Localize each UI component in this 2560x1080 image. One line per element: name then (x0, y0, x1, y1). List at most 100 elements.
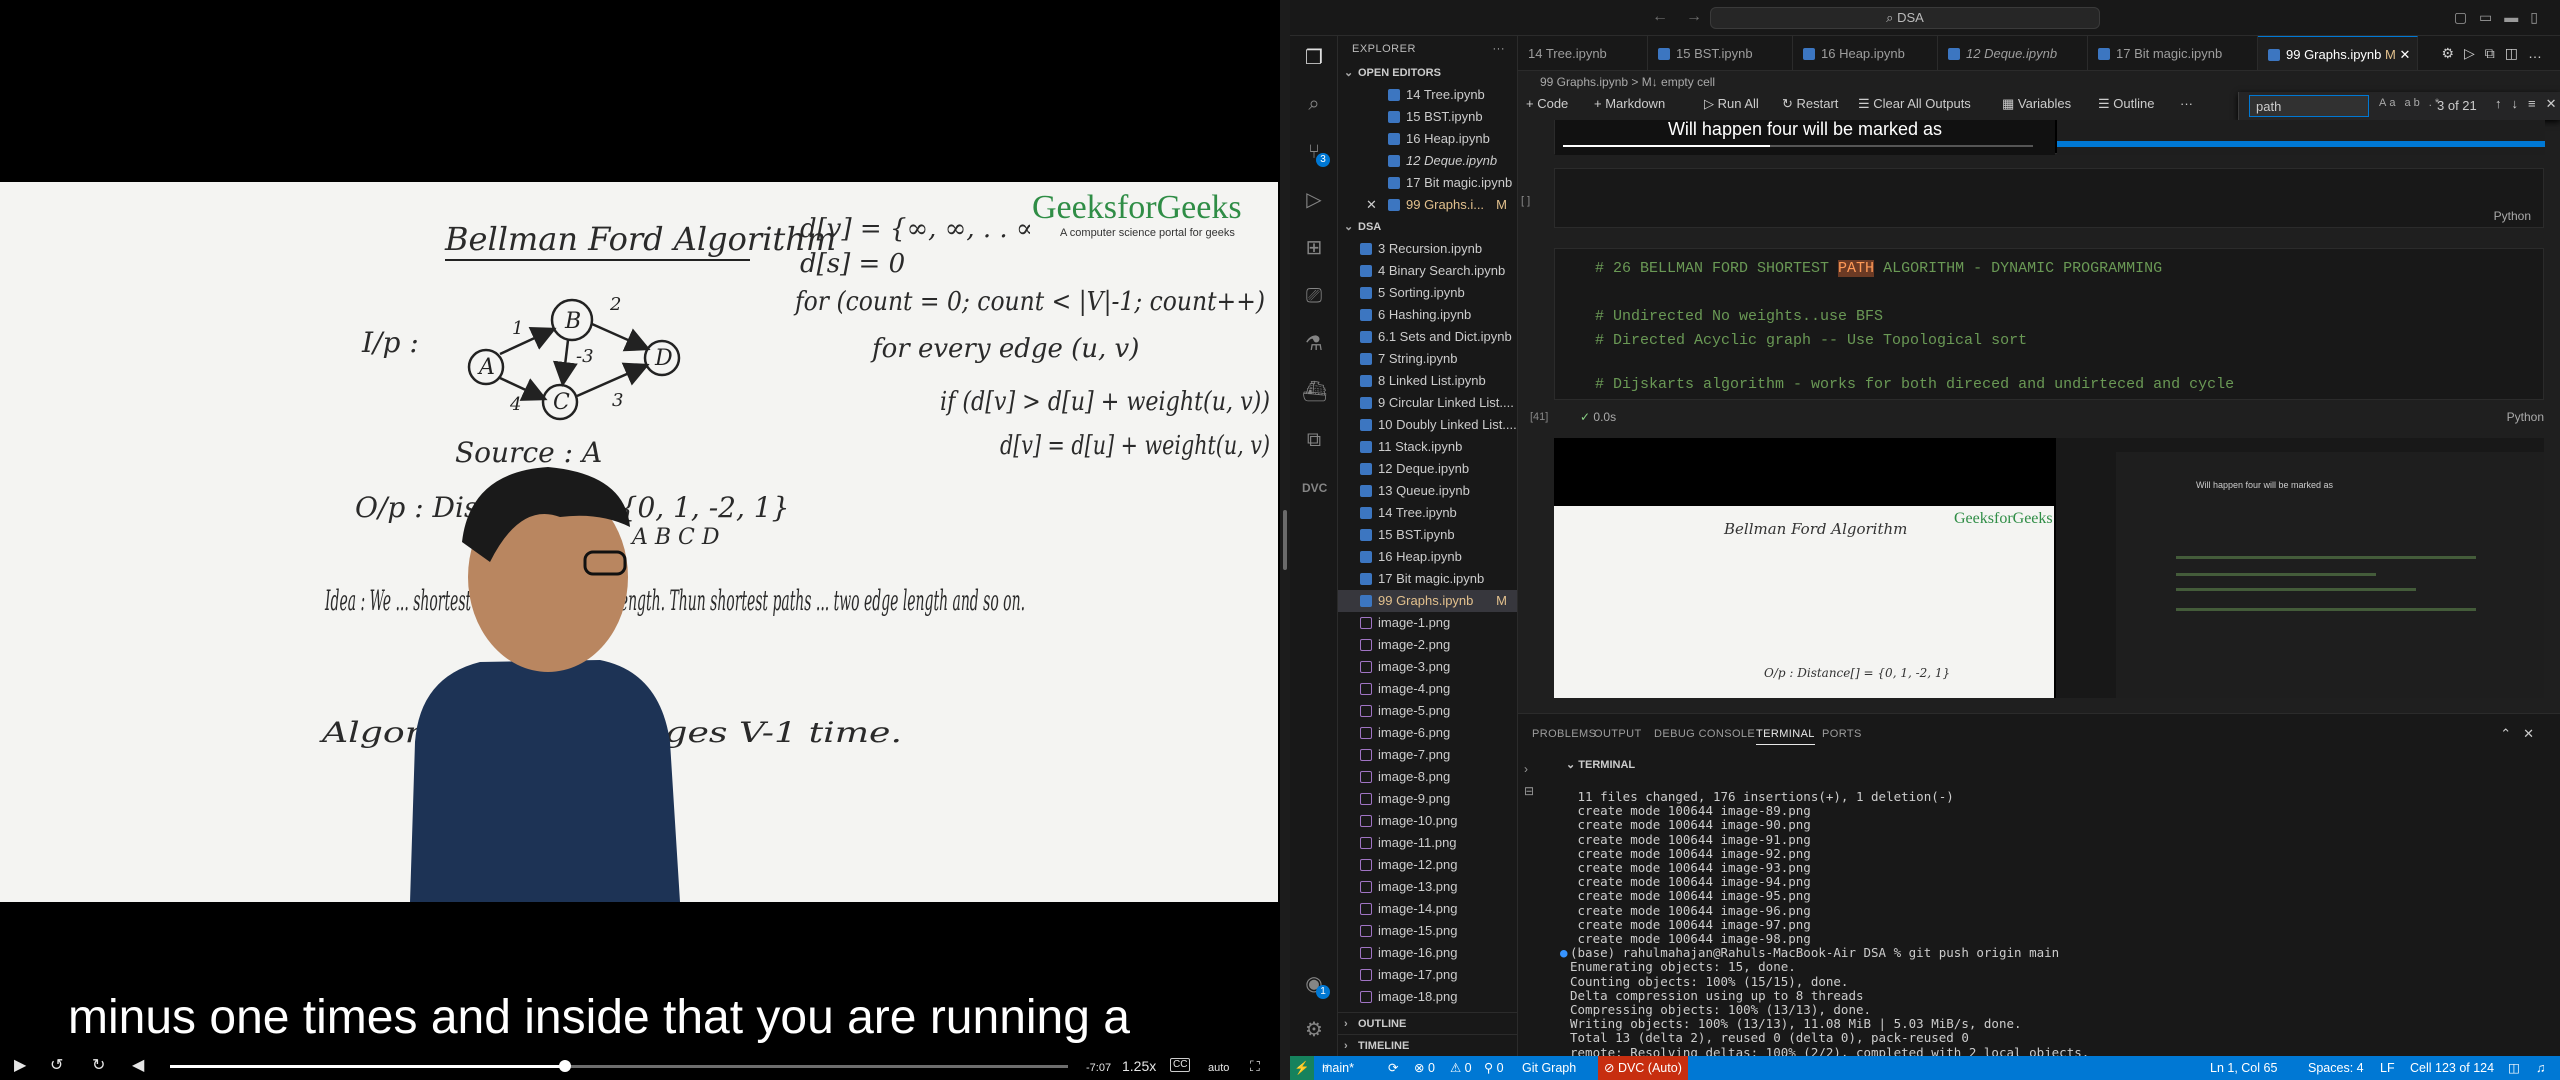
file-tree-item[interactable]: image-18.png (1338, 986, 1517, 1008)
command-center-search[interactable]: ⌕ DSA (1710, 7, 2100, 29)
cell-language[interactable]: Python (2494, 209, 2531, 223)
panel-tab[interactable]: PORTS (1822, 728, 1862, 740)
panel-actions[interactable]: ⌃✕ (2500, 726, 2546, 742)
volume-icon[interactable]: ◀ (132, 1056, 144, 1076)
panel-tab[interactable]: PROBLEMS (1532, 728, 1596, 740)
variables-button[interactable]: ▦ Variables (2002, 92, 2071, 116)
add-code-cell-button[interactable]: + Code (1526, 92, 1568, 116)
file-tree-item[interactable]: 3 Recursion.ipynb (1338, 238, 1517, 260)
open-editor-item[interactable]: ✕ 99 Graphs.i... M (1338, 194, 1517, 216)
file-tree-item[interactable]: image-2.png (1338, 634, 1517, 656)
rewind-10-icon[interactable]: ↺ (50, 1056, 63, 1076)
clear-outputs-button[interactable]: ☰ Clear All Outputs (1858, 92, 1971, 116)
breadcrumb[interactable]: 99 Graphs.ipynb > M↓ empty cell (1540, 72, 1715, 92)
file-tree-item[interactable]: 15 BST.ipynb (1338, 524, 1517, 546)
file-tree-item[interactable]: image-5.png (1338, 700, 1517, 722)
file-tree-item[interactable]: 7 String.ipynb (1338, 348, 1517, 370)
file-tree-item[interactable]: image-15.png (1338, 920, 1517, 942)
seek-bar[interactable] (170, 1060, 1068, 1072)
file-tree-item[interactable]: 17 Bit magic.ipynb (1338, 568, 1517, 590)
warnings-count[interactable]: ⚠ 0 (1450, 1056, 1472, 1080)
indentation[interactable]: Spaces: 4 (2308, 1056, 2364, 1080)
empty-code-cell[interactable]: [ ] Python (1521, 168, 2544, 228)
file-tree-item[interactable]: image-17.png (1338, 964, 1517, 986)
source-control-icon[interactable]: ⑂ 3 (1302, 140, 1330, 167)
close-icon[interactable]: ✕ (2400, 47, 2411, 62)
testing-icon[interactable]: ⚗ (1302, 332, 1326, 356)
file-tree-item[interactable]: image-14.png (1338, 898, 1517, 920)
add-markdown-button[interactable]: + Markdown (1594, 92, 1665, 116)
run-debug-icon[interactable]: ▷ (1302, 188, 1326, 212)
panel-tab[interactable]: OUTPUT (1594, 728, 1642, 740)
find-input[interactable] (2249, 95, 2369, 117)
split-divider[interactable] (1280, 0, 1290, 1080)
file-tree-item[interactable]: 8 Linked List.ipynb (1338, 370, 1517, 392)
file-tree-item[interactable]: 14 Tree.ipynb (1338, 502, 1517, 524)
editor-tab[interactable]: 99 Graphs.ipynb M ✕ (2258, 36, 2418, 70)
close-icon[interactable]: ✕ (1366, 194, 1377, 216)
editor-actions[interactable]: ⚙▷⧉◫… (2441, 45, 2552, 62)
quality-selector[interactable]: auto (1208, 1058, 1229, 1078)
run-all-button[interactable]: ▷ Run All (1704, 92, 1759, 116)
file-tree-item[interactable]: image-13.png (1338, 876, 1517, 898)
errors-count[interactable]: ⊗ 0 (1414, 1056, 1435, 1080)
file-tree-item[interactable]: image-7.png (1338, 744, 1517, 766)
end-of-line[interactable]: LF (2380, 1056, 2395, 1080)
cell-language[interactable]: Python (2507, 410, 2544, 424)
notifications-bell-icon[interactable]: ♫ (2536, 1056, 2545, 1080)
outline-section[interactable]: › OUTLINE (1338, 1012, 1517, 1034)
file-tree-item[interactable]: image-3.png (1338, 656, 1517, 678)
cell-indicator[interactable]: Cell 123 of 124 (2410, 1056, 2494, 1080)
find-nav-buttons[interactable]: ↑↓≡✕ (2495, 96, 2560, 112)
search-icon[interactable]: ⌕ (1302, 92, 1326, 116)
open-editor-item[interactable]: 16 Heap.ipynb (1338, 128, 1517, 150)
open-editor-item[interactable]: 14 Tree.ipynb (1338, 84, 1517, 106)
docker-icon[interactable]: ⛴ (1302, 380, 1327, 404)
panel-tab[interactable]: TERMINAL (1756, 728, 1815, 745)
ports-count[interactable]: ⚲ 0 (1484, 1056, 1504, 1080)
panel-tab[interactable]: DEBUG CONSOLE (1654, 728, 1755, 740)
file-tree-item[interactable]: 12 Deque.ipynb (1338, 458, 1517, 480)
editor-tab[interactable]: 17 Bit magic.ipynb (2088, 36, 2258, 70)
file-tree-item[interactable]: image-10.png (1338, 810, 1517, 832)
editor-tab[interactable]: 16 Heap.ipynb (1793, 36, 1938, 70)
open-editor-item[interactable]: 17 Bit magic.ipynb (1338, 172, 1517, 194)
more-actions-icon[interactable]: ··· (1493, 36, 1506, 62)
file-tree-item[interactable]: image-16.png (1338, 942, 1517, 964)
timeline-section[interactable]: › TIMELINE (1338, 1034, 1517, 1056)
editor-tab[interactable]: 12 Deque.ipynb (1938, 36, 2088, 70)
remote-explorer-icon[interactable]: ⎚ (1302, 284, 1326, 308)
cursor-position[interactable]: Ln 1, Col 65 (2210, 1056, 2277, 1080)
editor-tab[interactable]: 15 BST.ipynb (1648, 36, 1793, 70)
file-tree-item[interactable]: image-8.png (1338, 766, 1517, 788)
file-tree-item[interactable]: 16 Heap.ipynb (1338, 546, 1517, 568)
seek-bar-handle[interactable] (559, 1060, 572, 1072)
open-editor-item[interactable]: 12 Deque.ipynb (1338, 150, 1517, 172)
restart-button[interactable]: ↻ Restart (1782, 92, 1838, 116)
file-tree-item[interactable]: image-6.png (1338, 722, 1517, 744)
captions-button[interactable]: CC (1170, 1058, 1191, 1072)
folder-section[interactable]: ⌄ DSA (1338, 216, 1517, 238)
remote-indicator[interactable]: ⚡ (1290, 1056, 1314, 1080)
file-tree-item[interactable]: image-12.png (1338, 854, 1517, 876)
file-tree-item[interactable]: image-4.png (1338, 678, 1517, 700)
file-tree-item[interactable]: 4 Binary Search.ipynb (1338, 260, 1517, 282)
accounts-icon[interactable]: ◉ 1 (1302, 972, 1330, 999)
layout-icon[interactable]: ◫ (2508, 1056, 2520, 1080)
file-tree-item[interactable]: 10 Doubly Linked List.... (1338, 414, 1517, 436)
video-player[interactable]: B A C D 1 4 -3 2 3 Bellman Ford Algorith… (0, 0, 1280, 1080)
play-icon[interactable]: ▶ (14, 1056, 26, 1076)
dvc-status[interactable]: ⊘ DVC (Auto) (1598, 1056, 1688, 1080)
sync-icon[interactable]: ⟳ (1388, 1056, 1398, 1080)
bellman-ford-cell[interactable]: # 26 BELLMAN FORD SHORTEST PATH ALGORITH… (1554, 248, 2544, 400)
file-tree-item[interactable]: 5 Sorting.ipynb (1338, 282, 1517, 304)
explorer-icon[interactable]: ❐ (1302, 46, 1326, 70)
file-tree-item[interactable]: 13 Queue.ipynb (1338, 480, 1517, 502)
outline-button[interactable]: ☰ Outline (2098, 92, 2154, 116)
forward-10-icon[interactable]: ↻ (92, 1056, 105, 1076)
git-graph-button[interactable]: Git Graph (1522, 1056, 1576, 1080)
file-tree-item[interactable]: image-11.png (1338, 832, 1517, 854)
extensions-icon[interactable]: ⊞ (1302, 236, 1326, 260)
editor-tab[interactable]: 14 Tree.ipynb (1518, 36, 1648, 70)
jupyter-icon[interactable]: ⧉ (1302, 428, 1326, 452)
